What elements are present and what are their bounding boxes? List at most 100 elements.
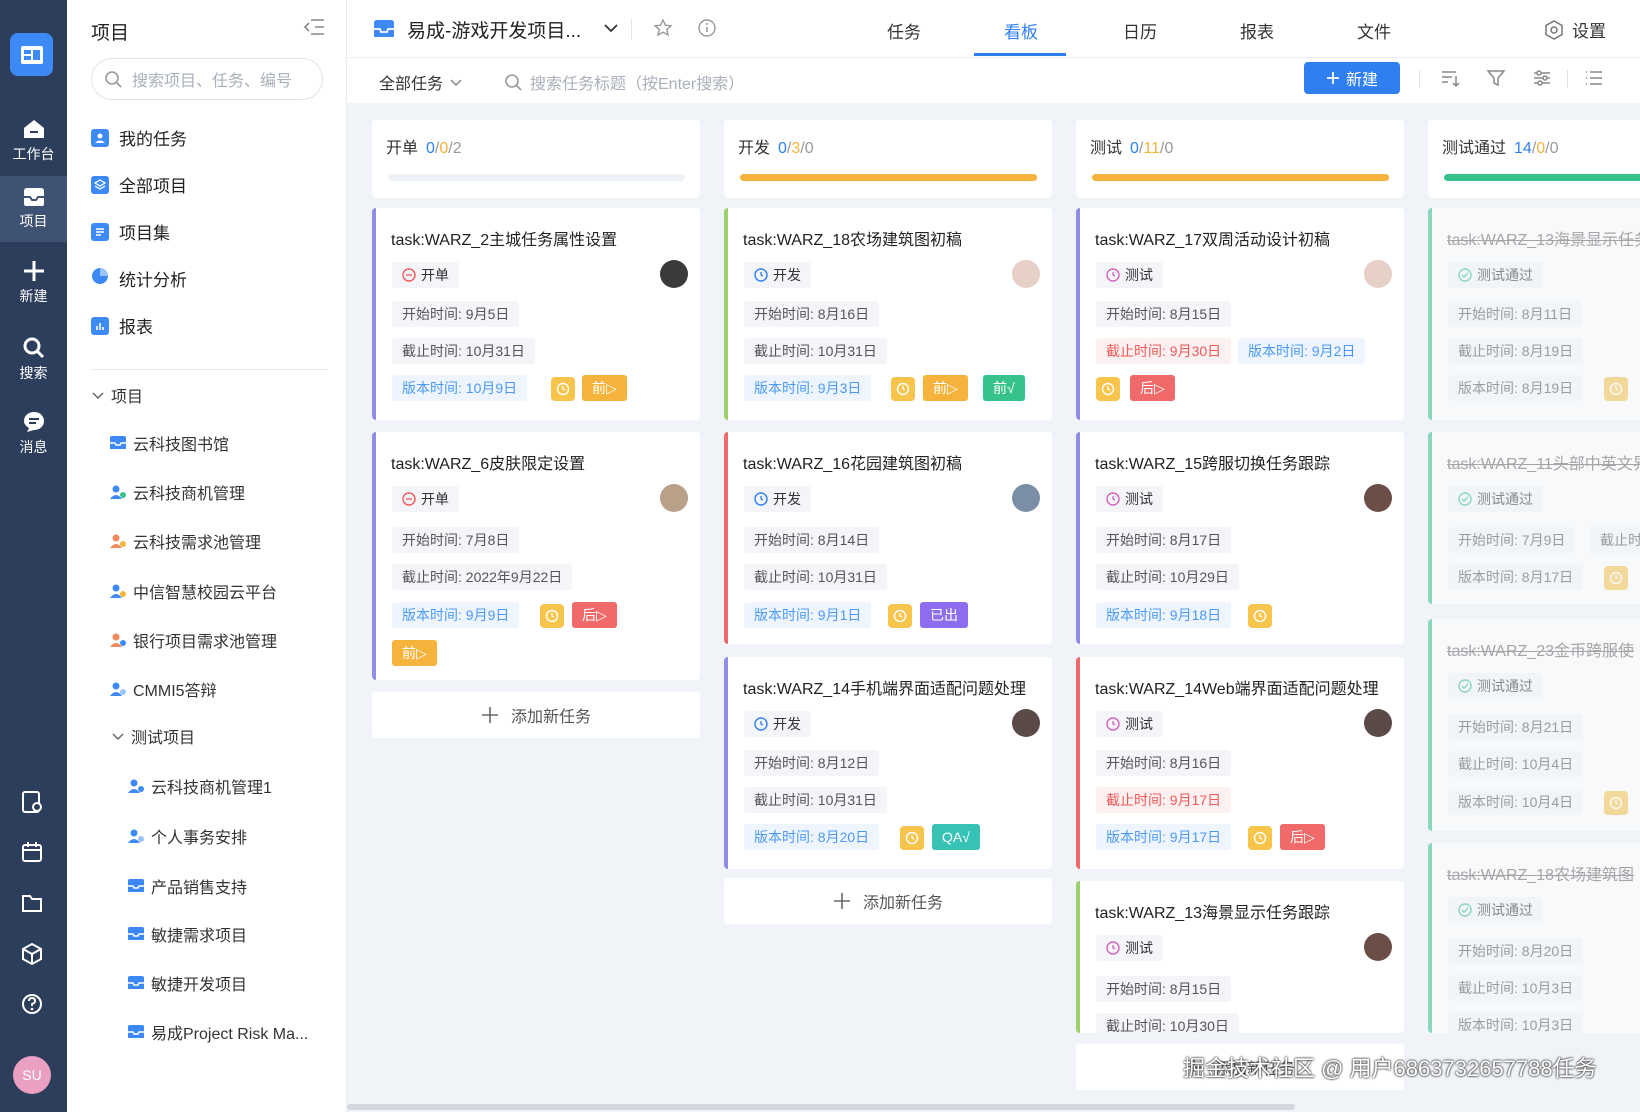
tree-project-item[interactable]: 云科技商机管理 [109,480,245,504]
column-title: 开单 0/0/2 [386,140,462,157]
divider [1419,70,1420,88]
add-task-button[interactable]: 添加新任务 [724,878,1052,924]
tree-project-item[interactable]: CMMI5答辩 [109,677,217,701]
task-card[interactable]: task:WARZ_13海景显示任务跟踪 测试 开始时间: 8月15日 截止时间… [1076,881,1404,1039]
task-filter-dropdown[interactable]: 全部任务 [379,70,463,94]
flag-pill[interactable]: 前▷ [582,375,627,401]
task-card[interactable]: task:WARZ_14Web端界面适配问题处理 测试 开始时间: 8月16日 … [1076,657,1404,869]
flag-pill[interactable]: QA√ [932,824,980,850]
task-card[interactable]: task:WARZ_16花园建筑图初稿 开发 开始时间: 8月14日 截止时间:… [724,432,1052,644]
report-icon[interactable] [18,788,46,816]
tree-project-item[interactable]: 敏捷开发项目 [127,971,247,995]
task-search-input[interactable]: 搜索任务标题（按Enter搜索） [504,70,744,94]
clock-circle-icon [1106,941,1120,955]
task-card[interactable]: task:WARZ_14手机端界面适配问题处理 开发 开始时间: 8月12日 截… [724,657,1052,869]
task-card[interactable]: task:WARZ_13海景显示任务 测试通过 开始时间: 8月11日 截止时间… [1428,208,1640,420]
filter-icon[interactable] [1485,67,1507,89]
horizontal-scrollbar[interactable] [347,1104,1295,1110]
collapse-icon[interactable] [303,18,325,40]
count-progress: 3 [791,140,801,157]
flag-pill[interactable]: 后▷ [1130,375,1175,401]
task-card[interactable]: task:WARZ_15跨服切换任务跟踪 测试 开始时间: 8月17日 截止时间… [1076,432,1404,644]
help-icon[interactable] [18,990,46,1018]
app-rail: 工作台 项目 新建 搜索 消息 SU [0,0,67,1112]
flag-pill[interactable]: 前▷ [923,375,968,401]
settings-button[interactable]: 设置 [1544,17,1606,42]
tab-kanban[interactable]: 看板 [1004,18,1038,43]
flag-pill[interactable]: 前▷ [392,640,437,666]
flag-pill[interactable]: 后▷ [572,602,617,628]
tree-project-item[interactable]: 敏捷需求项目 [127,922,247,946]
project-name[interactable]: 易成-游戏开发项目... [407,16,581,43]
start-time: 开始时间: 8月17日 [1096,527,1232,553]
info-icon[interactable] [697,18,717,42]
tree-project-item[interactable]: 中信智慧校园云平台 [109,579,277,603]
avatar [1012,484,1040,512]
search-icon [23,337,44,359]
flag-pill[interactable]: 后▷ [1280,824,1325,850]
task-card[interactable]: task:WARZ_18农场建筑图 测试通过 开始时间: 8月20日 截止时间:… [1428,843,1640,1033]
tree-project-item[interactable]: 云科技商机管理1 [127,774,272,798]
task-card[interactable]: task:WARZ_17双周活动设计初稿 测试 开始时间: 8月15日 截止时间… [1076,208,1404,420]
tab-files[interactable]: 文件 [1357,18,1391,43]
nav-statistics[interactable]: 统计分析 [91,266,187,291]
nav-reports[interactable]: 报表 [91,313,153,338]
tree-project-item[interactable]: 产品销售支持 [127,874,247,898]
status-tag: 测试 [1096,262,1163,288]
tree-project-item[interactable]: 银行项目需求池管理 [109,628,277,652]
sidebar-search-input[interactable]: 搜索项目、任务、编号 [91,58,323,100]
task-card[interactable]: task:WARZ_18农场建筑图初稿 开发 开始时间: 8月16日 截止时间:… [724,208,1052,420]
status-label: 开发 [773,491,801,507]
task-title: task:WARZ_13海景显示任务跟踪 [1095,905,1330,922]
column-progress-bar [1092,174,1389,181]
tree-project-item[interactable]: 易成Project Risk Ma... [127,1020,308,1044]
task-card[interactable]: task:WARZ_23金币跨服使 测试通过 开始时间: 8月21日 截止时间:… [1428,619,1640,831]
task-card[interactable]: task:WARZ_6皮肤限定设置 开单 开始时间: 7月8日 截止时间: 20… [372,432,700,680]
status-tag: 开发 [744,262,811,288]
flag-pill[interactable]: 前√ [983,375,1025,401]
tab-calendar[interactable]: 日历 [1123,18,1157,43]
count-todo: 0 [804,140,814,157]
end-time: 截止时间: 10月31日 [392,338,535,364]
count-progress: 11 [1143,140,1160,157]
tree-project-item[interactable]: 云科技图书馆 [109,431,229,455]
tree-project-item[interactable]: 个人事务安排 [127,824,247,848]
rail-project[interactable]: 项目 [0,176,67,242]
cube-icon[interactable] [18,940,46,968]
project-label: 易成Project Risk Ma... [151,1026,309,1043]
avatar [1012,260,1040,288]
settings-sliders-icon[interactable] [1531,67,1553,89]
nav-my-tasks[interactable]: 我的任务 [91,125,187,150]
folder-icon[interactable] [18,889,46,917]
rail-messages[interactable]: 消息 [0,401,67,467]
new-task-button[interactable]: 新建 [1304,62,1400,94]
user-avatar[interactable]: SU [13,1056,51,1094]
task-card[interactable]: task:WARZ_11头部中英文界 测试通过 开始时间: 7月9日 截止时 版… [1428,432,1640,604]
calendar-icon[interactable] [18,838,46,866]
column-name: 测试 [1090,140,1123,157]
tab-reports[interactable]: 报表 [1240,18,1274,43]
task-card[interactable]: task:WARZ_2主城任务属性设置 开单 开始时间: 9月5日 截止时间: … [372,208,700,420]
app-logo-icon[interactable] [10,33,53,76]
rail-workbench[interactable]: 工作台 [0,108,67,174]
star-icon[interactable] [653,18,673,42]
task-title: task:WARZ_16花园建筑图初稿 [743,456,962,473]
count-todo: 0 [1164,140,1174,157]
inbox-icon [128,927,144,940]
rail-new[interactable]: 新建 [0,250,67,316]
tree-project-item[interactable]: 云科技需求池管理 [109,529,261,553]
nav-label: 我的任务 [119,130,187,149]
list-view-icon[interactable] [1583,67,1605,89]
chevron-down-icon[interactable] [603,20,619,40]
flag-pill[interactable]: 已出 [920,602,968,628]
status-label: 测试通过 [1477,491,1533,507]
tree-group-projects[interactable]: 项目 [91,383,143,407]
start-time: 开始时间: 8月11日 [1448,301,1583,327]
sort-icon[interactable] [1439,67,1461,89]
add-task-button[interactable]: 添加新任务 [372,692,700,738]
nav-project-set[interactable]: 项目集 [91,219,170,244]
rail-search[interactable]: 搜索 [0,327,67,393]
tree-subgroup-test[interactable]: 测试项目 [111,724,195,748]
tab-tasks[interactable]: 任务 [887,18,921,43]
nav-all-projects[interactable]: 全部项目 [91,172,187,197]
